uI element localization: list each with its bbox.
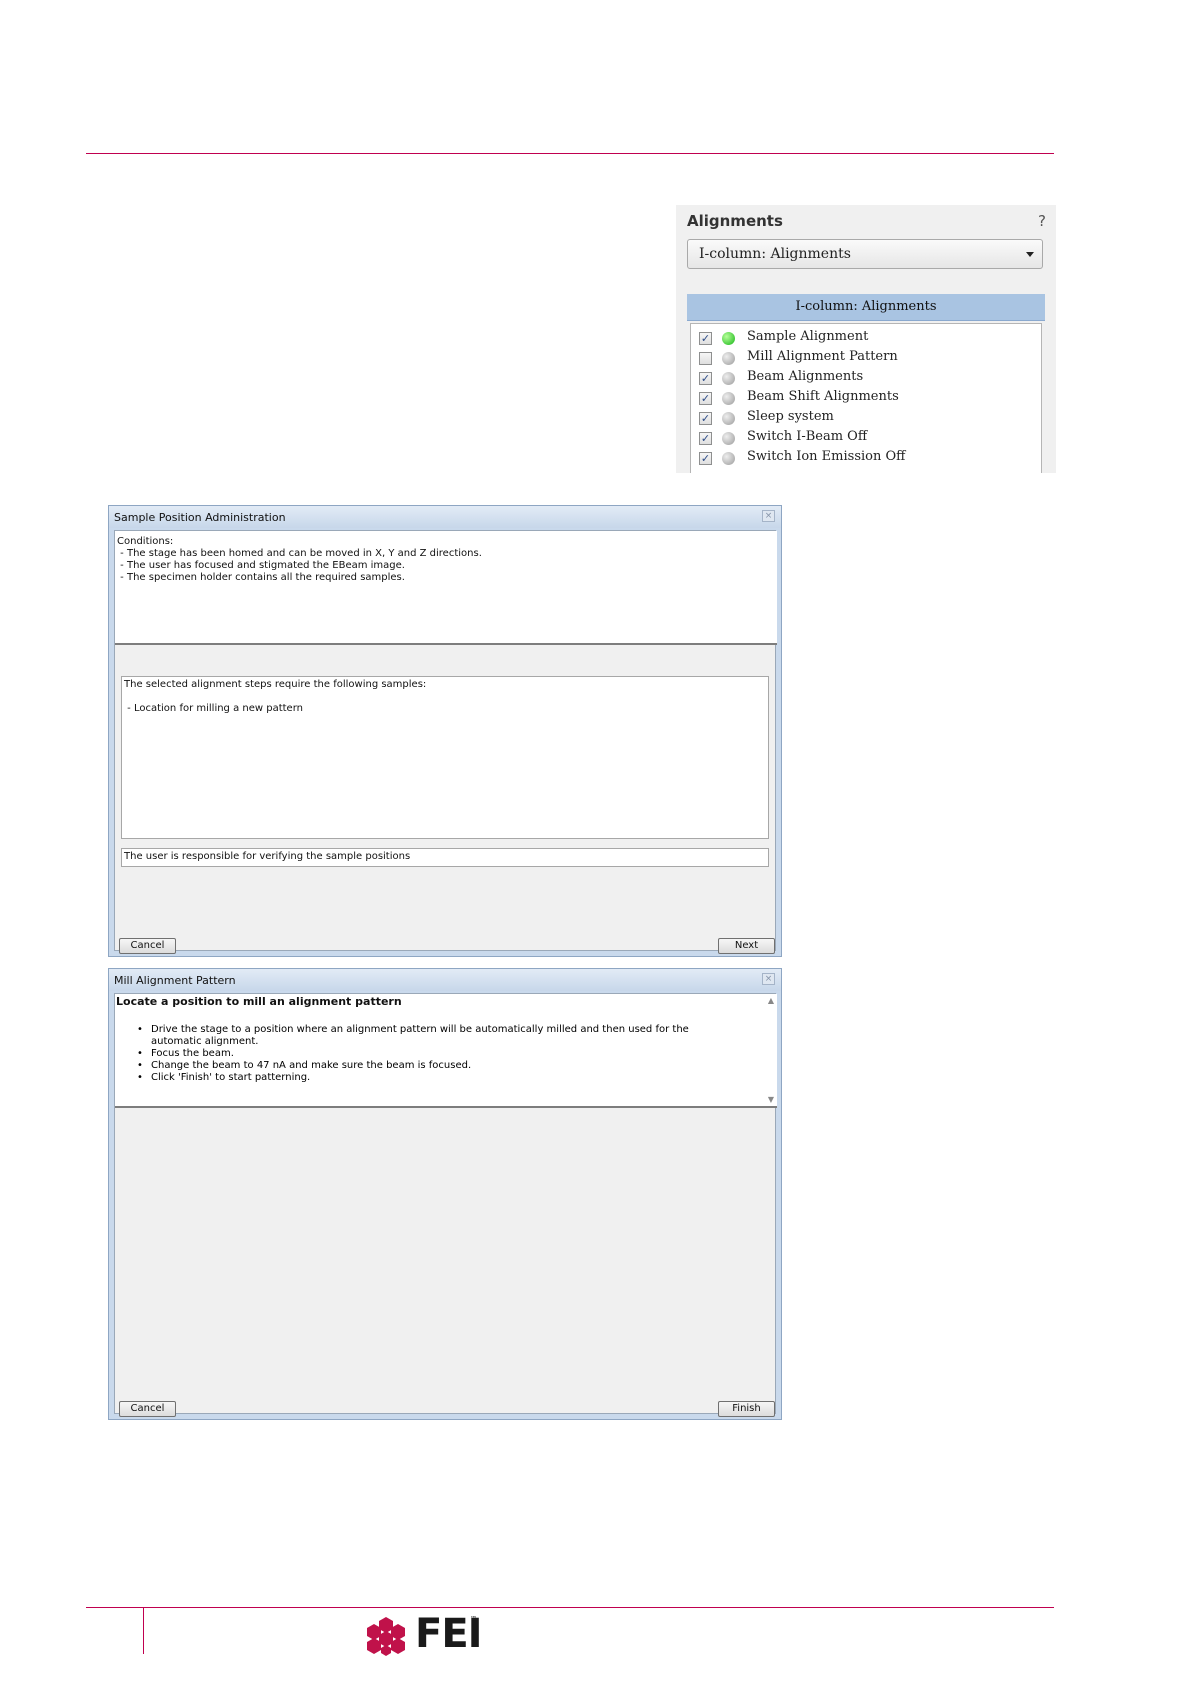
checkbox[interactable]: ✓ (699, 392, 712, 405)
alignment-item-label: Switch I-Beam Off (747, 429, 868, 444)
dialog-client: Locate a position to mill an alignment p… (114, 993, 777, 1417)
footer-divider (143, 1608, 144, 1654)
checkbox[interactable]: ✓ (699, 452, 712, 465)
sample-position-dialog: Sample Position Administration × Conditi… (108, 505, 782, 957)
instructions-box: Locate a position to mill an alignment p… (115, 994, 777, 1108)
responsibility-text: The user is responsible for verifying th… (124, 851, 411, 862)
fei-logo: FEI ™ (364, 1613, 483, 1657)
cancel-button[interactable]: Cancel (119, 1401, 176, 1417)
close-icon[interactable]: × (762, 510, 775, 522)
dropdown-arrow-icon[interactable] (1026, 252, 1034, 257)
alignment-item-label: Sleep system (747, 409, 834, 424)
instruction-item: Drive the stage to a position where an a… (137, 1024, 711, 1048)
status-light-icon (722, 452, 735, 465)
checkbox[interactable]: ✓ (699, 372, 712, 385)
finish-button[interactable]: Finish (718, 1401, 775, 1417)
instructions-heading: Locate a position to mill an alignment p… (116, 995, 402, 1008)
required-samples-text: The selected alignment steps require the… (124, 679, 427, 714)
checkbox[interactable]: ✓ (699, 412, 712, 425)
status-light-icon (722, 332, 735, 345)
dialog-titlebar: Sample Position Administration × (109, 506, 781, 528)
alignment-item-label: Mill Alignment Pattern (747, 349, 898, 364)
status-light-icon (722, 412, 735, 425)
next-button[interactable]: Next (718, 938, 775, 954)
scroll-up-icon[interactable]: ▲ (768, 996, 774, 1005)
alignment-item-label: Beam Shift Alignments (747, 389, 899, 404)
conditions-box: Conditions: - The stage has been homed a… (115, 531, 777, 645)
footer-rule (86, 1607, 1054, 1608)
status-light-icon (722, 372, 735, 385)
status-light-icon (722, 392, 735, 405)
dialog-titlebar: Mill Alignment Pattern × (109, 969, 781, 991)
header-rule (86, 153, 1054, 154)
conditions-text: Conditions: - The stage has been homed a… (117, 536, 482, 583)
fei-logo-mark-icon (367, 1617, 405, 1656)
checkbox[interactable]: ✓ (699, 352, 712, 365)
alignment-item-label: Switch Ion Emission Off (747, 449, 906, 464)
cancel-button[interactable]: Cancel (119, 938, 176, 954)
alignment-list-header: I-column: Alignments (687, 294, 1045, 321)
alignment-set-select-value: I-column: Alignments (699, 246, 851, 262)
instruction-item: Focus the beam. (137, 1048, 711, 1060)
help-icon[interactable]: ? (1038, 212, 1046, 230)
alignment-item-label: Sample Alignment (747, 329, 869, 344)
alignment-set-select[interactable]: I-column: Alignments (687, 239, 1043, 269)
checkbox[interactable]: ✓ (699, 432, 712, 445)
close-icon[interactable]: × (762, 973, 775, 985)
status-light-icon (722, 352, 735, 365)
alignments-panel: Alignments ? I-column: Alignments I-colu… (676, 205, 1056, 473)
responsibility-box: The user is responsible for verifying th… (121, 848, 769, 867)
alignment-item-label: Beam Alignments (747, 369, 864, 384)
instructions-list: Drive the stage to a position where an a… (137, 1024, 711, 1084)
instruction-item: Click 'Finish' to start patterning. (137, 1072, 711, 1084)
dialog-title: Mill Alignment Pattern (114, 974, 236, 987)
dialog-title: Sample Position Administration (114, 511, 286, 524)
required-samples-box: The selected alignment steps require the… (121, 676, 769, 839)
mill-alignment-dialog: Mill Alignment Pattern × Locate a positi… (108, 968, 782, 1420)
dialog-client: Conditions: - The stage has been homed a… (114, 530, 777, 954)
instruction-item: Change the beam to 47 nA and make sure t… (137, 1060, 711, 1072)
trademark-symbol: ™ (470, 1615, 477, 1623)
scroll-down-icon[interactable]: ▼ (768, 1095, 774, 1104)
checkbox[interactable]: ✓ (699, 332, 712, 345)
alignments-title: Alignments (687, 212, 783, 230)
alignment-list: ✓ Sample Alignment ✓ Mill Alignment Patt… (690, 323, 1042, 473)
status-light-icon (722, 432, 735, 445)
